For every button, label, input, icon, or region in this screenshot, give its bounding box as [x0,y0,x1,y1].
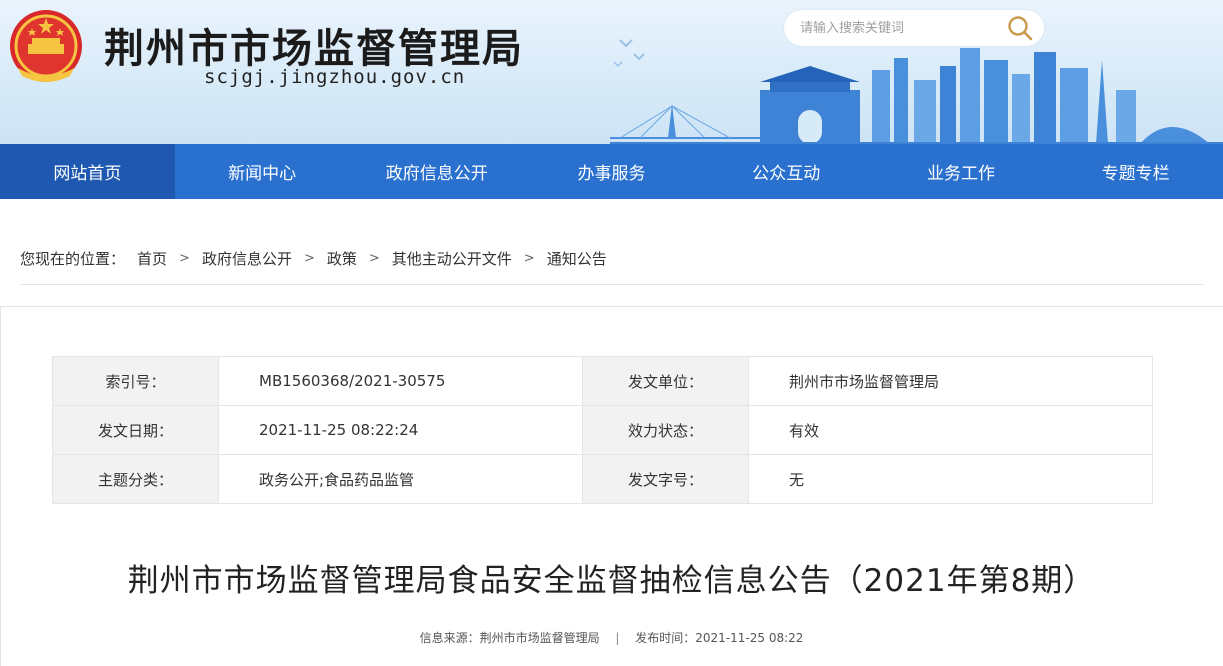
index-value: MB1560368/2021-30575 [218,356,583,406]
doc-number-value: 无 [748,454,1153,504]
site-domain: scjgj.jingzhou.gov.cn [204,66,466,88]
national-emblem-icon [10,10,82,82]
breadcrumb-divider [20,284,1203,285]
table-row: 主题分类： 政务公开;食品药品监管 发文字号： 无 [52,454,1153,504]
nav-item-news[interactable]: 新闻中心 [175,144,350,199]
date-label: 发文日期： [52,405,219,455]
city-skyline-illustration [610,39,1223,144]
status-value: 有效 [748,405,1153,455]
breadcrumb-policy[interactable]: 政策 [327,248,357,269]
breadcrumb-separator: > [368,251,380,266]
doc-number-label: 发文字号： [582,454,749,504]
unit-label: 发文单位： [582,356,749,406]
breadcrumb-prefix: 您现在的位置： [20,250,126,268]
main-nav: 网站首页 新闻中心 政府信息公开 办事服务 公众互动 业务工作 专题专栏 [0,144,1223,199]
topic-value: 政务公开;食品药品监管 [218,454,583,504]
breadcrumb-home[interactable]: 首页 [137,248,167,269]
document-meta-table: 索引号： MB1560368/2021-30575 发文单位： 荆州市市场监督管… [52,356,1153,504]
nav-item-home[interactable]: 网站首页 [0,144,175,199]
table-row: 发文日期： 2021-11-25 08:22:24 效力状态： 有效 [52,405,1153,455]
breadcrumb-separator: > [303,251,315,266]
breadcrumb-separator: > [179,251,190,266]
breadcrumb: 您现在的位置： 首页 > 政府信息公开 > 政策 > 其他主动公开文件 > 通知… [20,248,607,269]
nav-item-interaction[interactable]: 公众互动 [699,144,874,199]
breadcrumb-other-docs[interactable]: 其他主动公开文件 [392,248,512,269]
status-label: 效力状态： [582,405,749,455]
nav-item-special[interactable]: 专题专栏 [1048,144,1223,199]
header-banner: 荆州市市场监督管理局 scjgj.jingzhou.gov.cn [0,0,1223,144]
unit-value: 荆州市市场监督管理局 [748,356,1153,406]
date-value: 2021-11-25 08:22:24 [218,405,583,455]
index-label: 索引号： [52,356,219,406]
nav-item-gov-info[interactable]: 政府信息公开 [349,144,524,199]
breadcrumb-separator: > [523,251,535,266]
nav-item-services[interactable]: 办事服务 [524,144,699,199]
nav-item-business[interactable]: 业务工作 [874,144,1049,199]
table-row: 索引号： MB1560368/2021-30575 发文单位： 荆州市市场监督管… [52,356,1153,406]
article-info: 信息来源：荆州市市场监督管理局 | 发布时间：2021-11-25 08:22 [0,629,1223,646]
breadcrumb-notices[interactable]: 通知公告 [547,248,607,269]
topic-label: 主题分类： [52,454,219,504]
article-publish-time: 发布时间：2021-11-25 08:22 [635,631,804,645]
article-info-separator: | [615,631,620,645]
breadcrumb-gov-info[interactable]: 政府信息公开 [202,248,292,269]
article-title: 荆州市市场监督管理局食品安全监督抽检信息公告（2021年第8期） [127,563,1096,599]
article-source: 信息来源：荆州市市场监督管理局 [419,631,600,645]
